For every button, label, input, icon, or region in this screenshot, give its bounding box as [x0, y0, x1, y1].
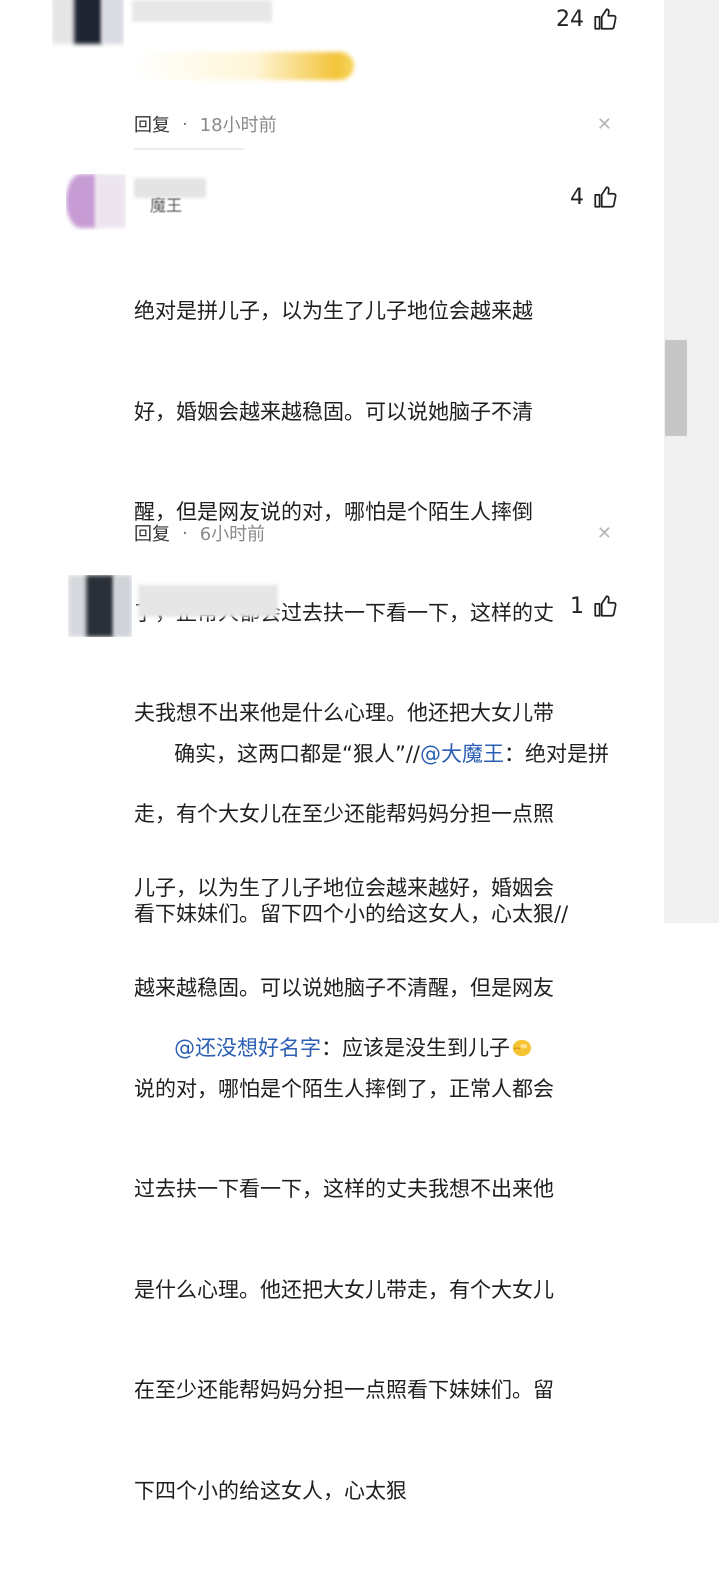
avatar[interactable]	[52, 0, 124, 48]
comment-line: 越来越稳固。可以说她脑子不清醒，但是网友	[134, 976, 554, 1000]
comment-2: 魔王 4 绝对是拼儿子，以为生了儿子地位会越来越 好，婚姻会越来越稳固。可以说她…	[0, 170, 660, 1060]
comment-text: ：绝对是拼	[503, 741, 609, 766]
divider	[134, 148, 244, 150]
scrollbar-track[interactable]	[664, 0, 719, 923]
username-blur[interactable]	[138, 585, 278, 617]
separator-dot: ·	[182, 522, 188, 544]
like-button[interactable]: 4	[570, 184, 618, 210]
timestamp: 18小时前	[199, 115, 277, 136]
like-button[interactable]: 1	[570, 593, 618, 619]
reply-button[interactable]: 回复	[134, 520, 170, 546]
like-count: 24	[556, 6, 584, 32]
comment-line: 说的对，哪怕是个陌生人摔倒了，正常人都会	[134, 1076, 554, 1101]
like-button[interactable]: 24	[556, 6, 618, 32]
thumbs-up-icon	[594, 186, 617, 208]
username-blur[interactable]	[132, 0, 272, 22]
comment-line: 绝对是拼儿子，以为生了儿子地位会越来越	[134, 299, 533, 323]
comment-text: 确实，这两口都是“狠人”//	[174, 741, 420, 766]
comment-line: 是什么心理。他还把大女儿带走，有个大女儿	[134, 1277, 554, 1302]
comment-line: 儿子，以为生了儿子地位会越来越好，婚姻会	[134, 875, 554, 900]
separator-dot: ·	[182, 113, 188, 135]
avatar[interactable]	[68, 575, 132, 637]
timestamp: 6小时前	[199, 524, 266, 545]
comment-line: 在至少还能帮妈妈分担一点照看下妹妹们。留	[134, 1378, 554, 1402]
comment-1: 24 回复 · 18小时前 ✕	[0, 0, 660, 150]
close-icon[interactable]: ✕	[597, 523, 612, 544]
like-count: 1	[570, 593, 584, 619]
close-icon[interactable]: ✕	[597, 114, 612, 135]
comment-body: 确实，这两口都是“狠人”//@大魔王：绝对是拼 儿子，以为生了儿子地位会越来越好…	[134, 637, 654, 1575]
sticker-blur	[132, 52, 354, 80]
reply-button[interactable]: 回复	[134, 111, 170, 137]
scrollbar-thumb[interactable]	[665, 340, 687, 436]
thumbs-up-icon	[594, 595, 617, 617]
username-fragment[interactable]: 魔王	[150, 192, 182, 216]
mention-link[interactable]: @大魔王	[420, 742, 504, 766]
avatar[interactable]	[66, 174, 126, 230]
thumbs-up-icon	[594, 8, 617, 30]
like-count: 4	[570, 184, 584, 210]
comment-line: 下四个小的给这女人，心太狠	[134, 1478, 407, 1503]
comment-meta: 回复 · 6小时前	[134, 520, 265, 546]
comment-3: 1 确实，这两口都是“狠人”//@大魔王：绝对是拼 儿子，以为生了儿子地位会越来…	[0, 575, 660, 1503]
comment-line: 过去扶一下看一下，这样的丈夫我想不出来他	[134, 1177, 554, 1201]
comment-line: 好，婚姻会越来越稳固。可以说她脑子不清	[134, 399, 533, 424]
comment-line: 确实，这两口都是“狠人”//@大魔王：绝对是拼	[134, 704, 654, 805]
comment-meta: 回复 · 18小时前	[134, 111, 277, 137]
